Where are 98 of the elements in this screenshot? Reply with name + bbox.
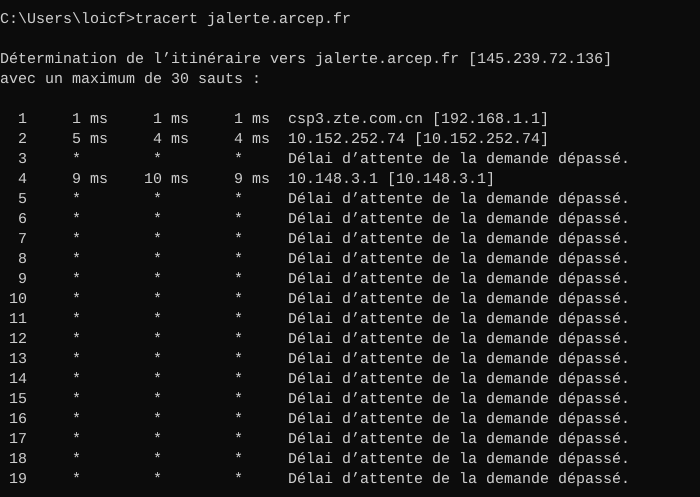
hop-number: 19: [8, 470, 27, 490]
hop-number: 2: [18, 130, 27, 150]
hop-number: 6: [18, 210, 27, 230]
hop-number: 16: [8, 410, 27, 430]
timeout-mark: *: [234, 270, 243, 290]
hop-number: 11: [8, 310, 27, 330]
timeout-mark: *: [72, 250, 81, 270]
timeout-message: Délai d’attente de la demande dépassé.: [288, 470, 630, 490]
round-trip-time: 4 ms: [152, 130, 189, 150]
timeout-message: Délai d’attente de la demande dépassé.: [288, 250, 630, 270]
host-address: 10.152.252.74 [10.152.252.74]: [288, 130, 550, 150]
timeout-mark: *: [234, 310, 243, 330]
timeout-mark: *: [72, 210, 81, 230]
timeout-mark: *: [72, 310, 81, 330]
timeout-mark: *: [152, 470, 162, 490]
timeout-mark: *: [72, 330, 81, 350]
timeout-mark: *: [152, 150, 162, 170]
round-trip-time: 9 ms: [72, 170, 108, 190]
timeout-mark: *: [152, 450, 162, 470]
hop-number: 7: [18, 230, 27, 250]
timeout-mark: *: [234, 470, 243, 490]
hop-number: 8: [18, 250, 27, 270]
timeout-mark: *: [152, 210, 162, 230]
timeout-mark: *: [152, 370, 162, 390]
timeout-message: Délai d’attente de la demande dépassé.: [288, 430, 630, 450]
timeout-mark: *: [152, 430, 162, 450]
round-trip-time: 4 ms: [234, 130, 270, 150]
timeout-mark: *: [152, 270, 162, 290]
round-trip-time: 9 ms: [234, 170, 270, 190]
timeout-message: Délai d’attente de la demande dépassé.: [288, 230, 630, 250]
timeout-mark: *: [72, 350, 81, 370]
output-line: avec un maximum de 30 sauts :: [0, 70, 262, 90]
timeout-mark: *: [152, 250, 162, 270]
round-trip-time: 5 ms: [72, 130, 108, 150]
hop-number: 18: [8, 450, 27, 470]
hop-number: 13: [8, 350, 27, 370]
timeout-message: Délai d’attente de la demande dépassé.: [288, 330, 630, 350]
timeout-message: Délai d’attente de la demande dépassé.: [288, 290, 630, 310]
round-trip-time: 1 ms: [234, 110, 270, 130]
host-address: 10.148.3.1 [10.148.3.1]: [288, 170, 496, 190]
timeout-message: Délai d’attente de la demande dépassé.: [288, 150, 630, 170]
timeout-mark: *: [152, 390, 162, 410]
timeout-mark: *: [234, 210, 243, 230]
timeout-mark: *: [234, 390, 243, 410]
timeout-message: Délai d’attente de la demande dépassé.: [288, 370, 630, 390]
timeout-mark: *: [234, 430, 243, 450]
timeout-mark: *: [152, 290, 162, 310]
timeout-mark: *: [234, 250, 243, 270]
timeout-mark: *: [72, 370, 81, 390]
hop-number: 12: [8, 330, 27, 350]
output-line: Détermination de l’itinéraire vers jalerte.arcep.fr [145.239.72.136]: [0, 50, 612, 70]
timeout-mark: *: [234, 190, 243, 210]
timeout-message: Délai d’attente de la demande dépassé.: [288, 270, 630, 290]
round-trip-time: 10 ms: [144, 170, 189, 190]
timeout-mark: *: [234, 290, 243, 310]
hop-number: 1: [18, 110, 27, 130]
round-trip-time: 1 ms: [152, 110, 189, 130]
hop-number: 5: [18, 190, 27, 210]
timeout-mark: *: [152, 350, 162, 370]
hop-number: 15: [8, 390, 27, 410]
timeout-mark: *: [72, 390, 81, 410]
hop-number: 14: [8, 370, 27, 390]
command-line: C:\Users\loicf>tracert jalerte.arcep.fr: [0, 10, 352, 30]
timeout-mark: *: [234, 230, 243, 250]
timeout-message: Délai d’attente de la demande dépassé.: [288, 450, 630, 470]
timeout-mark: *: [234, 410, 243, 430]
timeout-mark: *: [72, 230, 81, 250]
timeout-mark: *: [72, 290, 81, 310]
timeout-mark: *: [234, 370, 243, 390]
timeout-mark: *: [72, 190, 81, 210]
hop-number: 10: [8, 290, 27, 310]
hop-number: 3: [18, 150, 27, 170]
hop-number: 4: [18, 170, 27, 190]
timeout-message: Délai d’attente de la demande dépassé.: [288, 410, 630, 430]
timeout-message: Délai d’attente de la demande dépassé.: [288, 190, 630, 210]
timeout-message: Délai d’attente de la demande dépassé.: [288, 350, 630, 370]
timeout-mark: *: [72, 150, 81, 170]
timeout-mark: *: [152, 190, 162, 210]
timeout-message: Délai d’attente de la demande dépassé.: [288, 390, 630, 410]
timeout-mark: *: [152, 410, 162, 430]
host-address: csp3.zte.com.cn [192.168.1.1]: [288, 110, 550, 130]
timeout-mark: *: [234, 350, 243, 370]
timeout-mark: *: [152, 330, 162, 350]
timeout-message: Délai d’attente de la demande dépassé.: [288, 210, 630, 230]
round-trip-time: 1 ms: [72, 110, 108, 130]
timeout-mark: *: [234, 450, 243, 470]
hop-number: 17: [8, 430, 27, 450]
timeout-mark: *: [72, 270, 81, 290]
timeout-mark: *: [72, 410, 81, 430]
timeout-mark: *: [72, 470, 81, 490]
timeout-mark: *: [152, 310, 162, 330]
timeout-mark: *: [72, 430, 81, 450]
timeout-mark: *: [72, 450, 81, 470]
timeout-mark: *: [234, 330, 243, 350]
hop-number: 9: [18, 270, 27, 290]
timeout-mark: *: [152, 230, 162, 250]
timeout-mark: *: [234, 150, 243, 170]
timeout-message: Délai d’attente de la demande dépassé.: [288, 310, 630, 330]
